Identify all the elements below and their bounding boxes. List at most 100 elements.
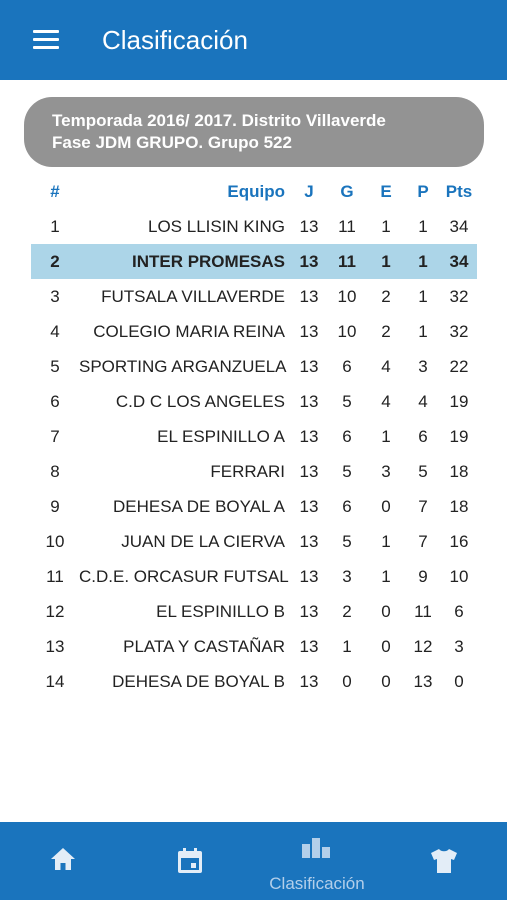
col-points: Pts (445, 181, 473, 201)
table-row[interactable]: 11 C.D.E. ORCASUR FUTSAL 13 3 1 9 10 (31, 559, 477, 594)
cell-lost: 7 (418, 496, 428, 516)
cell-lost: 1 (418, 286, 428, 306)
cell-drawn: 4 (381, 391, 391, 411)
cell-team: COLEGIO MARIA REINA (93, 321, 285, 341)
cell-lost: 12 (413, 636, 433, 656)
col-played: J (304, 181, 314, 201)
table-row[interactable]: 4 COLEGIO MARIA REINA 13 10 2 1 32 (31, 314, 477, 349)
table-row[interactable]: 7 EL ESPINILLO A 13 6 1 6 19 (31, 419, 477, 454)
cell-lost: 1 (418, 321, 428, 341)
cell-position: 13 (45, 636, 65, 656)
nav-teams[interactable] (410, 822, 476, 900)
menu-icon[interactable] (33, 30, 59, 50)
calendar-icon (178, 848, 202, 873)
cell-lost: 4 (418, 391, 428, 411)
cell-position: 8 (50, 461, 60, 481)
table-header-row: # Equipo J G E P Pts (31, 174, 477, 209)
cell-played: 13 (299, 496, 319, 516)
table-row[interactable]: 1 LOS LLISIN KING 13 11 1 1 34 (31, 209, 477, 244)
cell-drawn: 2 (381, 321, 391, 341)
col-position: # (50, 181, 60, 201)
table-row[interactable]: 10 JUAN DE LA CIERVA 13 5 1 7 16 (31, 524, 477, 559)
cell-won: 10 (337, 321, 357, 341)
cell-lost: 5 (418, 461, 428, 481)
cell-points: 6 (454, 601, 464, 621)
cell-team: INTER PROMESAS (79, 244, 291, 279)
cell-position: 6 (50, 391, 60, 411)
bottom-navigation: Clasificación (0, 822, 507, 900)
cell-position: 9 (50, 496, 60, 516)
table-row[interactable]: 6 C.D C LOS ANGELES 13 5 4 4 19 (31, 384, 477, 419)
table-row[interactable]: 12 EL ESPINILLO B 13 2 0 11 6 (31, 594, 477, 629)
cell-points: 18 (449, 496, 469, 516)
cell-won: 2 (342, 601, 352, 621)
cell-drawn: 0 (381, 496, 391, 516)
cell-drawn: 0 (381, 636, 391, 656)
cell-position: 7 (50, 426, 60, 446)
cell-played: 13 (299, 601, 319, 621)
cell-drawn: 1 (367, 244, 405, 279)
cell-won: 0 (342, 671, 352, 691)
nav-home[interactable] (30, 822, 96, 900)
table-row[interactable]: 13 PLATA Y CASTAÑAR 13 1 0 12 3 (31, 629, 477, 664)
cell-played: 13 (299, 566, 319, 586)
col-won: G (340, 181, 354, 201)
cell-points: 16 (449, 531, 469, 551)
cell-won: 11 (338, 216, 356, 236)
season-title: Temporada 2016/ 2017. Distrito Villaverd… (52, 111, 386, 130)
jersey-icon (431, 849, 457, 873)
cell-points: 3 (454, 636, 464, 656)
cell-played: 13 (299, 426, 319, 446)
cell-points: 34 (449, 216, 469, 236)
cell-won: 5 (342, 461, 352, 481)
cell-points: 32 (449, 321, 469, 341)
cell-played: 13 (299, 321, 319, 341)
cell-drawn: 1 (381, 566, 391, 586)
nav-standings-label: Clasificación (269, 874, 365, 893)
table-row[interactable]: 5 SPORTING ARGANZUELA 13 6 4 3 22 (31, 349, 477, 384)
cell-played: 13 (299, 216, 319, 236)
cell-team: JUAN DE LA CIERVA (121, 531, 285, 551)
cell-position: 11 (46, 566, 64, 586)
cell-won: 10 (337, 286, 357, 306)
cell-lost: 13 (413, 671, 433, 691)
cell-points: 0 (454, 671, 464, 691)
table-row[interactable]: 2 INTER PROMESAS 13 11 1 1 34 (31, 244, 477, 279)
bar-chart-icon (302, 838, 330, 858)
table-row[interactable]: 3 FUTSALA VILLAVERDE 13 10 2 1 32 (31, 279, 477, 314)
cell-drawn: 0 (381, 671, 391, 691)
season-info: Temporada 2016/ 2017. Distrito Villaverd… (24, 97, 484, 167)
cell-lost: 3 (418, 356, 428, 376)
cell-lost: 9 (418, 566, 428, 586)
nav-calendar[interactable] (158, 822, 224, 900)
cell-points: 19 (449, 391, 469, 411)
cell-points: 18 (449, 461, 469, 481)
cell-points: 10 (449, 566, 469, 586)
col-team: Equipo (227, 181, 285, 201)
table-row[interactable]: 14 DEHESA DE BOYAL B 13 0 0 13 0 (31, 664, 477, 699)
table-row[interactable]: 8 FERRARI 13 5 3 5 18 (31, 454, 477, 489)
cell-lost: 11 (414, 601, 432, 621)
cell-position: 10 (45, 531, 65, 551)
cell-position: 14 (45, 671, 65, 691)
cell-team: FERRARI (210, 461, 285, 481)
cell-position: 1 (50, 216, 60, 236)
cell-team: DEHESA DE BOYAL A (113, 496, 285, 516)
cell-drawn: 3 (381, 461, 391, 481)
cell-team: FUTSALA VILLAVERDE (101, 286, 285, 306)
cell-lost: 1 (418, 216, 428, 236)
cell-won: 5 (342, 531, 352, 551)
cell-drawn: 1 (381, 531, 391, 551)
col-drawn: E (380, 181, 392, 201)
home-icon (51, 848, 75, 870)
cell-points: 19 (449, 426, 469, 446)
nav-standings[interactable]: Clasificación (252, 822, 382, 900)
cell-team: C.D C LOS ANGELES (115, 391, 285, 411)
cell-drawn: 1 (381, 426, 391, 446)
standings-table: # Equipo J G E P Pts 1 LOS LLISIN KING 13 1… (31, 174, 477, 699)
cell-played: 13 (299, 391, 319, 411)
cell-drawn: 2 (381, 286, 391, 306)
cell-position: 3 (50, 286, 60, 306)
table-row[interactable]: 9 DEHESA DE BOYAL A 13 6 0 7 18 (31, 489, 477, 524)
cell-won: 6 (342, 426, 352, 446)
